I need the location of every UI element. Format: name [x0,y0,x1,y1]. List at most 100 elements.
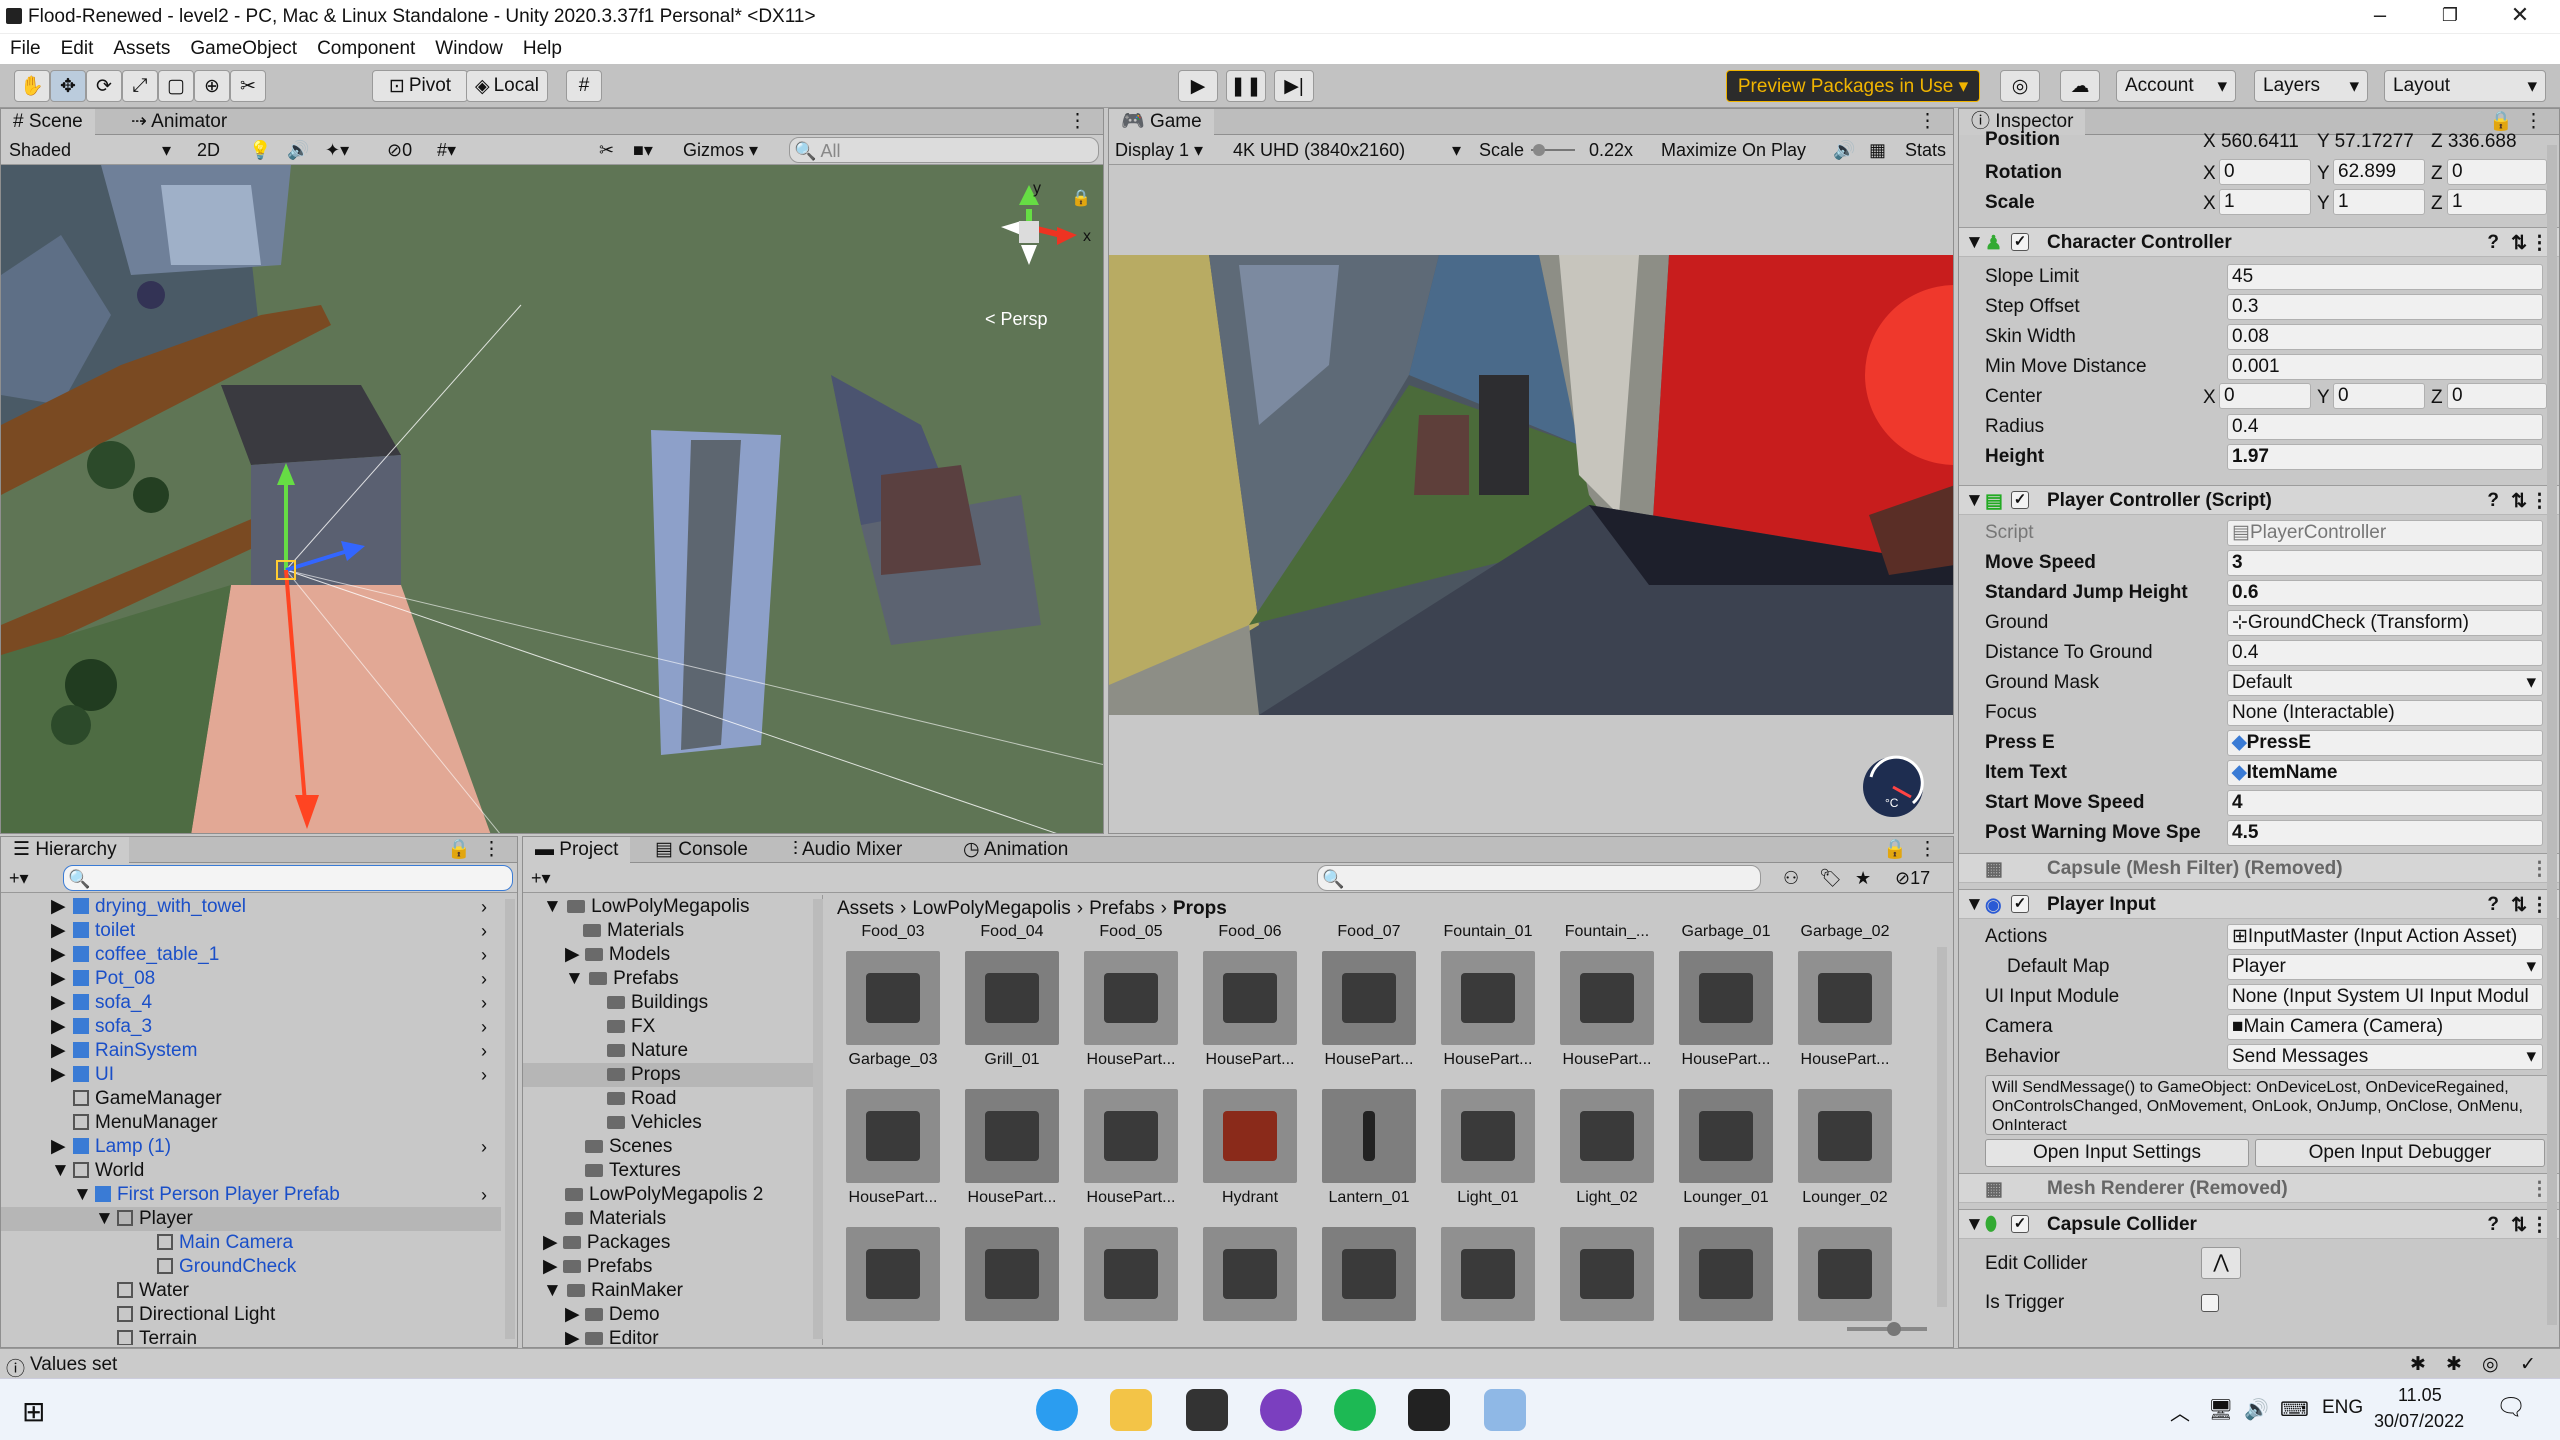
hierarchy-item-world[interactable]: ▼ World [51,1159,144,1183]
breadcrumb-assets[interactable]: Assets [837,898,894,920]
asset-item[interactable]: HousePart... [839,1089,947,1225]
expand-arrow-icon[interactable]: ▶ [51,967,66,991]
scene-search-input[interactable]: 🔍 All [789,137,1099,163]
expand-arrow-icon[interactable]: ▶ [51,1015,66,1039]
menu-help[interactable]: Help [513,34,572,64]
breadcrumb-prefabs[interactable]: Prefabs [1089,898,1154,920]
create-asset-dropdown[interactable]: +▾ [527,865,555,891]
scale-slider[interactable] [1531,137,1581,163]
folder-editor[interactable]: ▶ Editor [565,1327,659,1345]
collapse-arrow-icon[interactable]: ▼ [73,1183,92,1207]
default-map-dropdown[interactable]: Player ▾ [2227,954,2543,980]
hierarchy-item-terrain[interactable]: Terrain [117,1327,197,1345]
folder-nature[interactable]: Nature [607,1039,688,1063]
rotation-y-field[interactable]: 62.899 [2333,159,2425,185]
maximize-on-play-toggle[interactable]: Maximize On Play [1657,137,1810,163]
notes-app-icon[interactable] [1484,1389,1526,1431]
foldout-arrow-icon[interactable]: ▼ [1965,232,1984,254]
menu-file[interactable]: File [0,34,51,64]
folder-props[interactable]: Props [607,1063,681,1087]
foldout-arrow-icon[interactable]: ▼ [1965,1214,1984,1236]
asset-item[interactable] [1077,1227,1185,1321]
presets-icon[interactable]: ⇅ [2511,490,2527,513]
effects-dropdown-icon[interactable]: ✦▾ [321,137,353,163]
presets-icon[interactable]: ⇅ [2511,1214,2527,1237]
folder-rainmaker[interactable]: ▼ RainMaker [543,1279,683,1303]
diagnostics-icon[interactable]: ✱ [2446,1353,2462,1376]
actions-field[interactable]: ⊞InputMaster (Input Action Asset) [2227,924,2543,950]
expand-arrow-icon[interactable]: ▶ [51,1039,66,1063]
asset-item[interactable]: HousePart... [1434,951,1542,1087]
character-controller-enabled-checkbox[interactable]: ✓ [2011,233,2029,251]
open-input-debugger-button[interactable]: Open Input Debugger [2255,1139,2545,1167]
asset-grid-scrollbar[interactable] [1937,947,1947,1307]
browser-app-icon[interactable] [1036,1389,1078,1431]
favorites-star-icon[interactable]: ★ [1851,865,1875,891]
character-controller-header[interactable]: ▼ ♟ ✓ Character Controller ? ⇅ ⋮ [1959,227,2559,257]
hierarchy-item-water[interactable]: Water [117,1279,189,1303]
asset-item[interactable]: Lounger_02 [1791,1089,1899,1225]
asset-item[interactable]: Grill_01 [958,951,1066,1087]
folder-packages[interactable]: ▶ Packages [543,1231,670,1255]
presets-icon[interactable]: ⇅ [2511,232,2527,255]
asset-item[interactable]: Lantern_01 [1315,1089,1423,1225]
expand-arrow-icon[interactable]: ▶ [543,1232,563,1253]
asset-item[interactable]: HousePart... [1553,951,1661,1087]
asset-item[interactable]: HousePart... [1077,951,1185,1087]
collapse-arrow-icon[interactable]: ▼ [95,1207,114,1231]
jump-height-field[interactable]: 0.6 [2227,580,2543,606]
close-icon[interactable]: ✕ [2500,2,2540,28]
asset-item[interactable]: HousePart... [1791,951,1899,1087]
hierarchy-item-directional-light[interactable]: Directional Light [117,1303,275,1327]
folder-buildings[interactable]: Buildings [607,991,708,1015]
menu-gameobject[interactable]: GameObject [180,34,307,64]
shading-dropdown[interactable]: Shaded ▾ [5,137,175,163]
asset-item[interactable] [1553,1227,1661,1321]
asset-item[interactable]: Light_01 [1434,1089,1542,1225]
rotate-tool-button[interactable]: ⟳ [86,70,122,102]
skin-width-field[interactable]: 0.08 [2227,324,2543,350]
gizmos-dropdown[interactable]: Gizmos ▾ [679,137,762,163]
scene-menu-icon[interactable]: ⋮ [1056,109,1099,135]
pause-button[interactable]: ❚❚ [1226,70,1266,102]
help-icon[interactable]: ? [2487,490,2499,512]
grid-toggle-icon[interactable]: #▾ [433,137,460,163]
mesh-renderer-header[interactable]: ▦ Mesh Renderer (Removed) ⋮ [1959,1173,2559,1203]
project-menu-icon[interactable]: ⋮ [1906,837,1949,863]
asset-item[interactable] [1672,1227,1780,1321]
layers-dropdown[interactable]: Layers ▾ [2254,70,2368,102]
folder-lowpolymegapolis-2[interactable]: LowPolyMegapolis 2 [565,1183,763,1207]
center-x-field[interactable]: 0 [2219,383,2311,409]
layout-dropdown[interactable]: Layout ▾ [2384,70,2546,102]
move-speed-field[interactable]: 3 [2227,550,2543,576]
folder-road[interactable]: Road [607,1087,676,1111]
position-x-field[interactable]: 560.6411 [2221,131,2299,152]
audio-toggle-icon[interactable]: 🔊 [283,137,313,163]
collapse-arrow-icon[interactable]: ▼ [543,896,567,917]
ground-field[interactable]: ⊹GroundCheck (Transform) [2227,610,2543,636]
position-z-field[interactable]: 336.688 [2448,131,2517,152]
display-dropdown[interactable]: Display 1 ▾ [1111,137,1207,163]
auto-generate-lighting-icon[interactable]: ◎ [2482,1353,2499,1376]
start-move-speed-field[interactable]: 4 [2227,790,2543,816]
folder-materials[interactable]: Materials [565,919,684,943]
asset-item[interactable] [839,1227,947,1321]
scale-tool-button[interactable]: ⤢ [122,70,158,102]
folder-root-prefabs[interactable]: ▶ Prefabs [543,1255,652,1279]
hierarchy-item-menumanager[interactable]: MenuManager [73,1111,218,1135]
game-viewport[interactable]: °C [1109,165,1953,833]
hierarchy-item-ui[interactable]: ▶ UI [51,1063,114,1087]
account-dropdown[interactable]: Account ▾ [2116,70,2236,102]
file-explorer-icon[interactable] [1110,1389,1152,1431]
resolution-dropdown[interactable]: 4K UHD (3840x2160) ▾ [1229,137,1465,163]
asset-item[interactable]: HousePart... [1196,951,1304,1087]
github-desktop-icon[interactable] [1260,1389,1302,1431]
thumbnail-size-slider[interactable] [1847,1322,1927,1336]
open-input-settings-button[interactable]: Open Input Settings [1985,1139,2249,1167]
hierarchy-item-player[interactable]: ▼ Player [95,1207,193,1231]
transform-tool-button[interactable]: ⊕ [194,70,230,102]
search-by-label-icon[interactable]: 🏷 [1815,865,1846,891]
player-input-enabled-checkbox[interactable]: ✓ [2011,895,2029,913]
tab-scene[interactable]: # Scene [1,109,95,135]
play-button[interactable]: ▶ [1178,70,1218,102]
